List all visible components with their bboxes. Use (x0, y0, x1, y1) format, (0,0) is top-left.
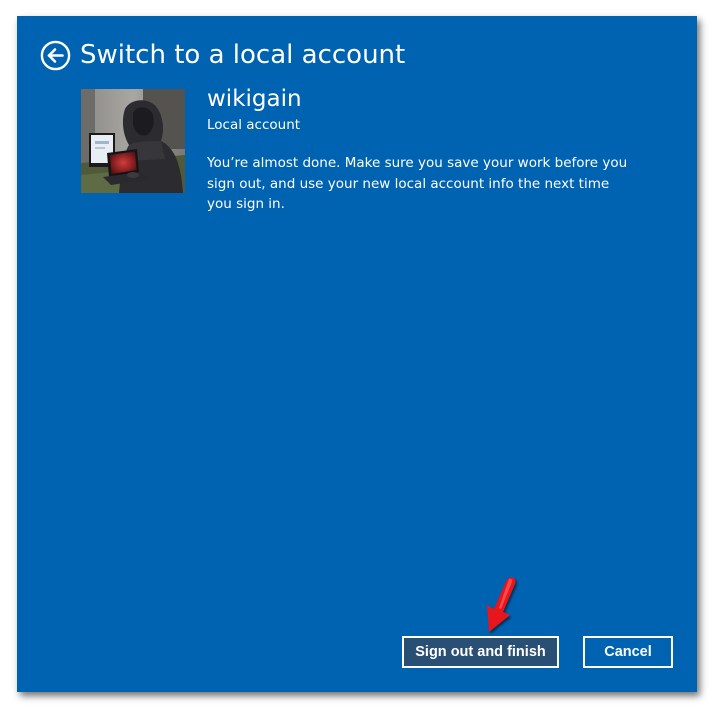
avatar (81, 89, 185, 193)
account-info: wikigain Local account You’re almost don… (207, 84, 647, 215)
red-pointer-arrow-icon (487, 577, 516, 632)
instruction-message: You’re almost done. Make sure you save y… (207, 155, 628, 212)
back-arrow-icon (40, 40, 71, 70)
cancel-button[interactable]: Cancel (583, 636, 673, 668)
account-username: wikigain (207, 86, 302, 112)
user-photo (81, 89, 185, 193)
back-button[interactable] (40, 40, 71, 71)
sign-out-and-finish-button[interactable]: Sign out and finish (402, 636, 559, 668)
page-title: Switch to a local account (80, 40, 406, 70)
dialog-header: Switch to a local account (40, 38, 405, 72)
account-type-label: Local account (207, 117, 301, 133)
local-account-dialog: Switch to a local account wikigain Local… (17, 16, 697, 692)
